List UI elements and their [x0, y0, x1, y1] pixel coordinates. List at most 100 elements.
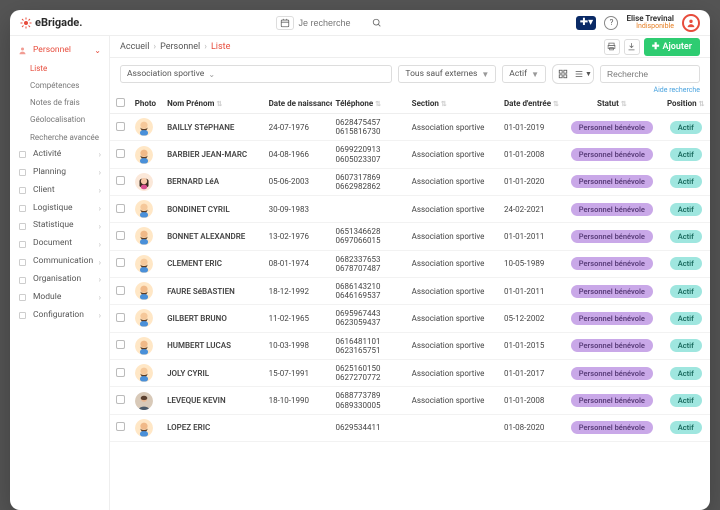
cell-position: Actif	[661, 114, 710, 141]
cell-section: Association sportive	[408, 277, 500, 304]
sidebar-item[interactable]: Module›	[10, 289, 109, 307]
col-name[interactable]: Nom Prénom⇅	[163, 94, 265, 114]
row-checkbox[interactable]	[116, 149, 125, 158]
personnel-table: Photo Nom Prénom⇅ Date de naissance⇅ Tél…	[110, 94, 710, 442]
module-icon	[18, 204, 27, 213]
col-section[interactable]: Section⇅	[408, 94, 500, 114]
row-checkbox[interactable]	[116, 204, 125, 213]
table-row[interactable]: BAILLY STéPHANE24-07-1976062847545706158…	[110, 114, 710, 141]
help-icon[interactable]: ?	[604, 16, 618, 30]
filter-status[interactable]: Actif▼	[502, 65, 546, 83]
print-button[interactable]	[604, 39, 620, 55]
col-phone[interactable]: Téléphone⇅	[332, 94, 408, 114]
cell-position: Actif	[661, 223, 710, 250]
sidebar-item[interactable]: Organisation›	[10, 271, 109, 289]
cell-phone: 0629534411	[332, 414, 408, 441]
table-row[interactable]: JOLY CYRIL15-07-199106251601500627270772…	[110, 360, 710, 387]
sidebar-item[interactable]: Communication›	[10, 253, 109, 271]
table-row[interactable]: BONDINET CYRIL30-09-1983Association spor…	[110, 196, 710, 223]
view-grid-button[interactable]	[553, 65, 573, 83]
col-entry[interactable]: Date d'entrée⇅	[500, 94, 562, 114]
cell-phone: 06251601500627270772	[332, 360, 408, 387]
row-checkbox[interactable]	[116, 422, 125, 431]
sidebar-item[interactable]: Client›	[10, 182, 109, 200]
cell-phone: 06164811010623165751	[332, 332, 408, 359]
cell-dob: 11-02-1965	[265, 305, 332, 332]
breadcrumb-0[interactable]: Accueil	[120, 42, 149, 52]
row-checkbox[interactable]	[116, 395, 125, 404]
cell-status: Personnel bénévole	[562, 141, 661, 168]
cell-phone: 06513466280697066015	[332, 223, 408, 250]
user-menu[interactable]: Elise Trevinal Indisponible	[626, 15, 674, 31]
sidebar-sub-item[interactable]: Géolocalisation	[26, 111, 109, 128]
table-row[interactable]: BERNARD LéA05-06-20030607317869066298286…	[110, 168, 710, 195]
cell-dob: 13-02-1976	[265, 223, 332, 250]
row-checkbox[interactable]	[116, 340, 125, 349]
table-row[interactable]: LOPEZ ERIC062953441101-08-2020Personnel …	[110, 414, 710, 441]
calendar-icon[interactable]	[276, 16, 294, 30]
global-search-input[interactable]	[298, 18, 368, 28]
cell-photo	[131, 414, 163, 441]
brand-logo[interactable]: eBrigade.	[20, 16, 82, 29]
sidebar-item[interactable]: Logistique›	[10, 200, 109, 218]
select-all-checkbox[interactable]	[116, 98, 125, 107]
export-button[interactable]	[624, 39, 640, 55]
search-icon[interactable]	[372, 18, 382, 28]
view-list-button[interactable]: ▼	[573, 65, 593, 83]
row-checkbox[interactable]	[116, 286, 125, 295]
chevron-right-icon: ›	[99, 203, 101, 214]
col-dob[interactable]: Date de naissance⇅	[265, 94, 332, 114]
table-row[interactable]: FAURE SéBASTIEN18-12-1992068614321006461…	[110, 277, 710, 304]
chevron-right-icon: ›	[99, 221, 101, 232]
row-checkbox[interactable]	[116, 122, 125, 131]
breadcrumb-sep: ›	[204, 42, 207, 52]
search-help-link[interactable]: Aide recherche	[654, 86, 700, 94]
cell-position: Actif	[661, 196, 710, 223]
col-position[interactable]: Position⇅	[661, 94, 710, 114]
sidebar-item[interactable]: Activité›	[10, 146, 109, 164]
table-row[interactable]: CLEMENT ERIC08-01-1974068233765306787074…	[110, 250, 710, 277]
cell-photo	[131, 168, 163, 195]
user-avatar[interactable]	[682, 14, 700, 32]
table-row[interactable]: LEVEQUE KEVIN18-10-199006887737890689330…	[110, 387, 710, 414]
breadcrumb-2: Liste	[211, 42, 230, 52]
sidebar-item-personnel[interactable]: Personnel ⌄	[10, 42, 109, 60]
quick-add-button[interactable]: ✚▾	[576, 16, 596, 30]
sidebar-item[interactable]: Statistique›	[10, 217, 109, 235]
cell-section: Association sportive	[408, 223, 500, 250]
table-row[interactable]: HUMBERT LUCAS10-03-199806164811010623165…	[110, 332, 710, 359]
cell-photo	[131, 305, 163, 332]
caret-down-icon: ▼	[481, 70, 489, 79]
row-checkbox[interactable]	[116, 368, 125, 377]
sidebar-sub-item[interactable]: Compétences	[26, 77, 109, 94]
breadcrumb-sep: ›	[153, 42, 156, 52]
cell-position: Actif	[661, 250, 710, 277]
filter-scope[interactable]: Tous sauf externes▼	[398, 65, 496, 83]
row-checkbox[interactable]	[116, 176, 125, 185]
chevron-down-icon: ⌄	[94, 45, 101, 56]
row-checkbox[interactable]	[116, 231, 125, 240]
add-button[interactable]: ✚Ajouter	[644, 38, 700, 56]
sidebar-item[interactable]: Configuration›	[10, 307, 109, 325]
sidebar-item[interactable]: Document›	[10, 235, 109, 253]
sidebar-sub-item[interactable]: Liste	[26, 60, 109, 77]
filter-section[interactable]: Association sportive⌄	[120, 65, 392, 83]
sidebar-item[interactable]: Planning›	[10, 164, 109, 182]
cell-photo	[131, 332, 163, 359]
table-row[interactable]: BARBIER JEAN-MARC04-08-19660699220913060…	[110, 141, 710, 168]
table-search-input[interactable]	[600, 65, 700, 83]
breadcrumb-1[interactable]: Personnel	[160, 42, 200, 52]
col-photo[interactable]: Photo	[131, 94, 163, 114]
cell-dob: 05-06-2003	[265, 168, 332, 195]
row-checkbox[interactable]	[116, 313, 125, 322]
chevron-down-icon: ⌄	[208, 70, 215, 79]
sidebar-sub-item[interactable]: Recherche avancée	[26, 129, 109, 146]
row-checkbox[interactable]	[116, 258, 125, 267]
sidebar-sub-item[interactable]: Notes de frais	[26, 94, 109, 111]
cell-phone: 06284754570615816730	[332, 114, 408, 141]
cell-dob: 18-10-1990	[265, 387, 332, 414]
col-status[interactable]: Statut⇅	[562, 94, 661, 114]
table-row[interactable]: BONNET ALEXANDRE13-02-197606513466280697…	[110, 223, 710, 250]
table-row[interactable]: GILBERT BRUNO11-02-196506959674430623059…	[110, 305, 710, 332]
chevron-right-icon: ›	[99, 310, 101, 321]
